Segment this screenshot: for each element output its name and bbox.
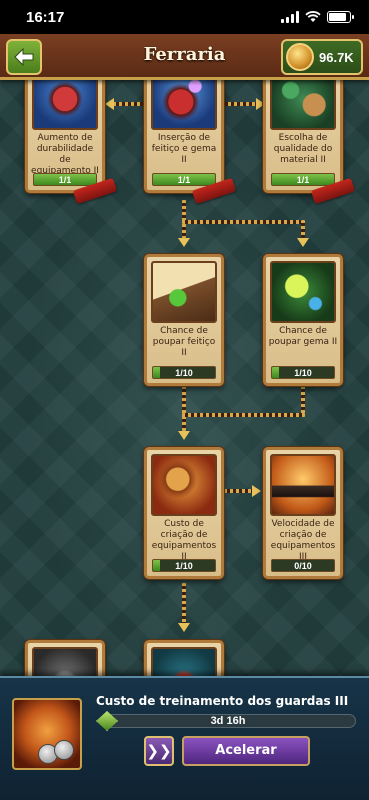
helmet-icon <box>151 454 217 516</box>
armor-icon <box>32 80 98 130</box>
arrow-left-icon <box>105 98 114 110</box>
skill-tree[interactable]: Aumento de durabilidade de equipamento I… <box>0 80 369 676</box>
coins-counter[interactable]: 96.7K <box>281 39 363 75</box>
gem-icon <box>270 261 336 323</box>
battery-icon <box>327 11 354 23</box>
connector <box>182 583 186 623</box>
material-icon <box>270 80 336 130</box>
skill-progress: 1/10 <box>152 366 216 379</box>
arrow-down-icon <box>178 623 190 632</box>
arrow-down-icon <box>297 238 309 247</box>
connector <box>182 220 304 224</box>
connector <box>301 220 305 238</box>
status-icons <box>281 11 354 23</box>
connector <box>182 413 305 417</box>
skill-card-crafting-cost[interactable]: Custo de criação de equipamentos II 1/10 <box>144 447 224 579</box>
connector <box>301 386 305 416</box>
skill-card-next[interactable] <box>144 640 224 676</box>
coin-icon <box>286 43 314 71</box>
skill-progress: 1/1 <box>152 173 216 186</box>
connector <box>224 489 254 493</box>
skip-button[interactable]: ❯❯ <box>144 736 174 766</box>
arrow-down-icon <box>178 431 190 440</box>
wifi-icon <box>305 11 321 22</box>
skill-name: Velocidade de criação de equipamentos II… <box>270 519 336 562</box>
skill-card-material-quality[interactable]: Escolha de qualidade do material II 1/1 <box>263 80 356 205</box>
locked-skill-icon <box>32 647 98 676</box>
research-title: Custo de treinamento dos guardas III <box>96 694 349 708</box>
skill-card-durability[interactable]: Aumento de durabilidade de equipamento I… <box>25 80 118 205</box>
research-timer: 3d 16h <box>210 715 246 727</box>
skill-progress: 1/1 <box>271 173 335 186</box>
skill-name: Escolha de qualidade do material II <box>273 133 333 165</box>
arrow-down-icon <box>178 238 190 247</box>
arrow-right-icon <box>252 485 261 497</box>
spell-book-icon <box>151 261 217 323</box>
header-bar: Ferraria 96.7K <box>0 34 369 80</box>
guard-training-icon <box>12 698 82 770</box>
skill-name: Custo de criação de equipamentos II <box>151 519 217 562</box>
status-bar: 16:17 <box>0 0 369 34</box>
skill-name: Inserção de feitiço e gema II <box>151 133 217 165</box>
research-panel: Custo de treinamento dos guardas III 3d … <box>0 676 369 800</box>
connector <box>222 102 258 106</box>
speed-up-button[interactable]: Acelerar <box>182 736 310 766</box>
skill-card-crafting-speed[interactable]: Velocidade de criação de equipamentos II… <box>263 447 343 579</box>
skill-icon <box>151 647 217 676</box>
skill-progress: 1/10 <box>152 559 216 572</box>
skill-name: Aumento de durabilidade de equipamento I… <box>31 133 99 176</box>
skill-name: Chance de poupar feitiço II <box>152 326 216 358</box>
skill-card-spell-gem-insert[interactable]: Inserção de feitiço e gema II 1/1 <box>144 80 237 205</box>
skill-progress: 1/10 <box>271 366 335 379</box>
anvil-icon <box>270 454 336 516</box>
skill-card-save-gem[interactable]: Chance de poupar gema II 1/10 <box>263 254 343 386</box>
skill-card-locked[interactable] <box>25 640 105 676</box>
cellular-signal-icon <box>281 11 299 23</box>
connector <box>182 386 186 431</box>
skill-progress: 1/1 <box>33 173 97 186</box>
coin-amount: 96.7K <box>319 49 354 65</box>
armor-gem-icon <box>151 80 217 130</box>
skill-card-save-spell[interactable]: Chance de poupar feitiço II 1/10 <box>144 254 224 386</box>
skill-progress: 0/10 <box>271 559 335 572</box>
connector <box>182 200 186 238</box>
status-time: 16:17 <box>26 8 65 26</box>
skill-name: Chance de poupar gema II <box>268 326 338 347</box>
